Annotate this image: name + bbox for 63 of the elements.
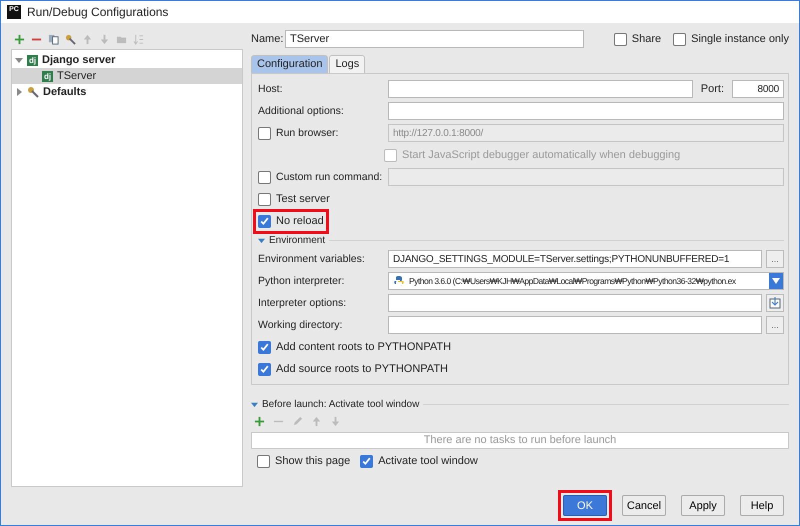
tree-item[interactable]: dj Django server (12, 52, 242, 68)
tab[interactable]: Logs (329, 55, 366, 73)
checkbox-option[interactable]: Single instance only (673, 32, 789, 46)
dialog-button[interactable]: Apply (681, 495, 725, 516)
section-title: Environment (269, 234, 326, 246)
window-title: Run/Debug Configurations (27, 5, 168, 19)
tab[interactable]: Configuration (251, 55, 328, 73)
input-field[interactable] (388, 316, 762, 334)
dialog-button[interactable]: OK (563, 495, 607, 516)
field-label: Additional options: (258, 105, 345, 117)
add-icon[interactable] (254, 416, 265, 427)
checkbox-option[interactable]: Test server (253, 186, 335, 212)
django-logo-icon: dj (27, 54, 38, 66)
tree-item[interactable]: Defaults (12, 84, 242, 100)
checkbox-option[interactable]: Add content roots to PYTHONPATH (253, 334, 456, 360)
empty-task-list: There are no tasks to run before launch (251, 432, 789, 449)
field-label: Host: (258, 83, 284, 95)
add-icon[interactable] (14, 34, 25, 44)
checkbox-option[interactable]: Custom run command: (258, 170, 386, 184)
interpreter-dropdown[interactable]: Python 3.6.0 (C:₩Users₩KJH₩AppData₩Local₩Programs₩Python₩Python36-32₩python.ex (388, 272, 784, 290)
check-icon (361, 456, 372, 466)
checkbox-option[interactable]: Activate tool window (360, 453, 478, 469)
host-field[interactable] (388, 80, 693, 98)
down-arrow-icon[interactable] (330, 416, 341, 427)
checkbox-option[interactable]: Show this page (257, 453, 350, 469)
input-field: http://127.0.0.1:8000/ (388, 124, 784, 142)
port-field[interactable]: 8000 (732, 80, 784, 98)
browse-button[interactable]: ... (766, 250, 784, 268)
checkbox-option[interactable]: No reload (253, 208, 329, 234)
input-field[interactable] (388, 102, 784, 120)
tree-item[interactable]: dj TServer (12, 68, 242, 84)
port-label: Port: (700, 83, 724, 95)
python-logo-icon (393, 275, 405, 287)
field-label: Python interpreter: (258, 275, 346, 287)
dropdown-arrow-icon[interactable] (772, 278, 780, 284)
input-field[interactable] (388, 294, 762, 312)
collapse-icon[interactable] (258, 236, 265, 244)
field-label: Interpreter options: (258, 297, 348, 309)
dialog-button[interactable]: Help (740, 495, 784, 516)
browse-button[interactable]: ... (766, 316, 784, 334)
name-field[interactable]: TServer (285, 30, 584, 48)
pencil-icon[interactable] (292, 416, 303, 427)
checkbox-option[interactable]: Add source roots to PYTHONPATH (253, 356, 453, 382)
collapse-icon[interactable] (251, 400, 258, 408)
section-title: Before launch: Activate tool window (262, 398, 420, 410)
field-label: Working directory: (258, 319, 344, 331)
django-logo-icon: dj (42, 70, 53, 82)
down-arrow-icon[interactable] (99, 34, 110, 44)
checkbox-option[interactable]: Share (614, 32, 662, 46)
check-icon (259, 364, 270, 374)
expand-arrow-icon[interactable] (15, 56, 23, 64)
up-arrow-icon[interactable] (82, 34, 93, 44)
field-label: Environment variables: (258, 253, 366, 265)
check-icon (259, 342, 270, 352)
expand-arrow-icon[interactable] (15, 88, 23, 96)
copy-icon[interactable] (48, 34, 59, 44)
expand-field-icon[interactable] (766, 294, 784, 312)
dialog-button[interactable]: Cancel (622, 495, 666, 516)
up-arrow-icon[interactable] (311, 416, 322, 427)
check-icon (259, 216, 270, 226)
input-field[interactable]: DJANGO_SETTINGS_MODULE=TServer.settings;PYTHONUNBUFFERED=1 (388, 250, 762, 268)
checkbox-option[interactable]: Run browser: (258, 126, 386, 140)
sort-icon[interactable] (133, 34, 144, 44)
